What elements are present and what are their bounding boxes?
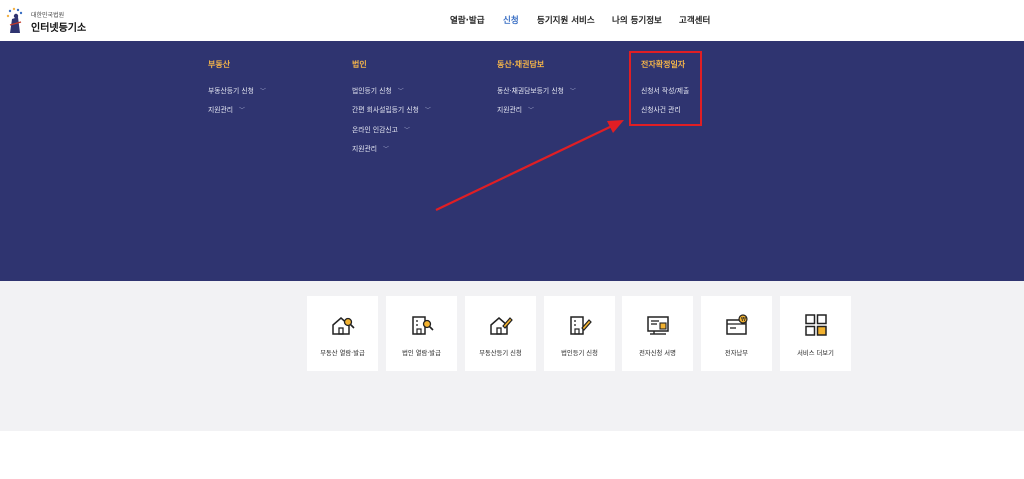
menu-item-label: 동산·채권담보등기 신청	[497, 87, 564, 95]
chevron-down-icon: ﹀	[259, 88, 266, 95]
menu-item-collateral-support[interactable]: 지원관리 ﹀	[497, 104, 534, 114]
nav-item-apply[interactable]: 신청	[503, 14, 519, 28]
grid-icon	[805, 314, 827, 336]
service-card-label: 법인 열람·발급	[402, 350, 441, 357]
chevron-down-icon: ﹀	[424, 107, 431, 114]
menu-item-label: 지원관리	[208, 106, 234, 114]
menu-item-label: 지원관리	[497, 106, 523, 114]
service-card-more-services[interactable]: 서비스 더보기	[780, 296, 851, 371]
nav-item-view-issue[interactable]: 열람·발급	[450, 14, 485, 28]
service-card-corporation-apply[interactable]: 법인등기 신청	[544, 296, 615, 371]
nav-item-registry-support[interactable]: 등기지원 서비스	[537, 14, 595, 28]
signature-icon	[647, 316, 669, 335]
menu-item-label: 간편 회사설립등기 신청	[352, 106, 419, 114]
chevron-down-icon: ﹀	[528, 107, 535, 114]
site-header: 대한민국법원 인터넷등기소 열람·발급 신청 등기지원 서비스 나의 등기정보 …	[0, 0, 1024, 41]
service-card-real-estate-apply[interactable]: 부동산등기 신청	[465, 296, 536, 371]
logo-title: 인터넷등기소	[31, 23, 87, 34]
menu-column-title-movable-collateral: 동산·채권담보	[497, 60, 545, 69]
chevron-down-icon: ﹀	[239, 107, 246, 114]
chevron-down-icon: ﹀	[569, 88, 576, 95]
chevron-down-icon: ﹀	[383, 146, 390, 153]
site-logo[interactable]: 대한민국법원 인터넷등기소	[6, 7, 106, 35]
chevron-down-icon: ﹀	[403, 127, 410, 134]
svg-text:₩: ₩	[741, 317, 746, 323]
menu-item-real-estate-support[interactable]: 지원관리 ﹀	[208, 104, 245, 114]
menu-item-label: 부동산등기 신청	[208, 87, 254, 95]
menu-item-simple-incorporation[interactable]: 간편 회사설립등기 신청 ﹀	[352, 104, 431, 114]
menu-item-corporation-apply[interactable]: 법인등기 신청 ﹀	[352, 85, 404, 95]
menu-item-collateral-apply[interactable]: 동산·채권담보등기 신청 ﹀	[497, 85, 576, 95]
service-card-corporation-view[interactable]: 법인 열람·발급	[386, 296, 457, 371]
service-card-electronic-signature[interactable]: 전자신청 서명	[622, 296, 693, 371]
menu-column-title-real-estate: 부동산	[208, 60, 231, 69]
nav-item-my-registry[interactable]: 나의 등기정보	[612, 14, 662, 28]
service-card-label: 부동산등기 신청	[479, 350, 522, 357]
menu-item-label: 지원관리	[352, 145, 378, 153]
house-pen-icon	[490, 317, 513, 335]
highlight-box	[629, 51, 702, 126]
service-card-real-estate-view[interactable]: 부동산 열람·발급	[307, 296, 378, 371]
payment-icon: ₩	[726, 314, 748, 335]
menu-item-label: 법인등기 신청	[352, 87, 392, 95]
building-search-icon	[412, 316, 434, 335]
service-card-label: 부동산 열람·발급	[320, 350, 365, 357]
court-emblem-icon	[6, 7, 23, 33]
logo-subtitle: 대한민국법원	[31, 12, 65, 19]
menu-item-corporation-support[interactable]: 지원관리 ﹀	[352, 143, 389, 153]
menu-item-real-estate-apply[interactable]: 부동산등기 신청 ﹀	[208, 85, 266, 95]
menu-column-title-corporation: 법인	[352, 60, 367, 69]
chevron-down-icon: ﹀	[397, 88, 404, 95]
service-card-label: 전자신청 서명	[639, 350, 676, 357]
house-search-icon	[332, 317, 355, 335]
menu-item-label: 온라인 인감신고	[352, 126, 398, 134]
nav-item-customer-center[interactable]: 고객센터	[679, 14, 710, 28]
service-card-label: 서비스 더보기	[797, 350, 834, 357]
service-card-label: 법인등기 신청	[561, 350, 598, 357]
menu-item-online-seal-report[interactable]: 온라인 인감신고 ﹀	[352, 124, 410, 134]
building-pen-icon	[570, 316, 592, 335]
service-card-label: 전자납부	[724, 350, 749, 357]
mega-menu	[0, 41, 1024, 281]
service-card-electronic-payment[interactable]: ₩ 전자납부	[701, 296, 772, 371]
